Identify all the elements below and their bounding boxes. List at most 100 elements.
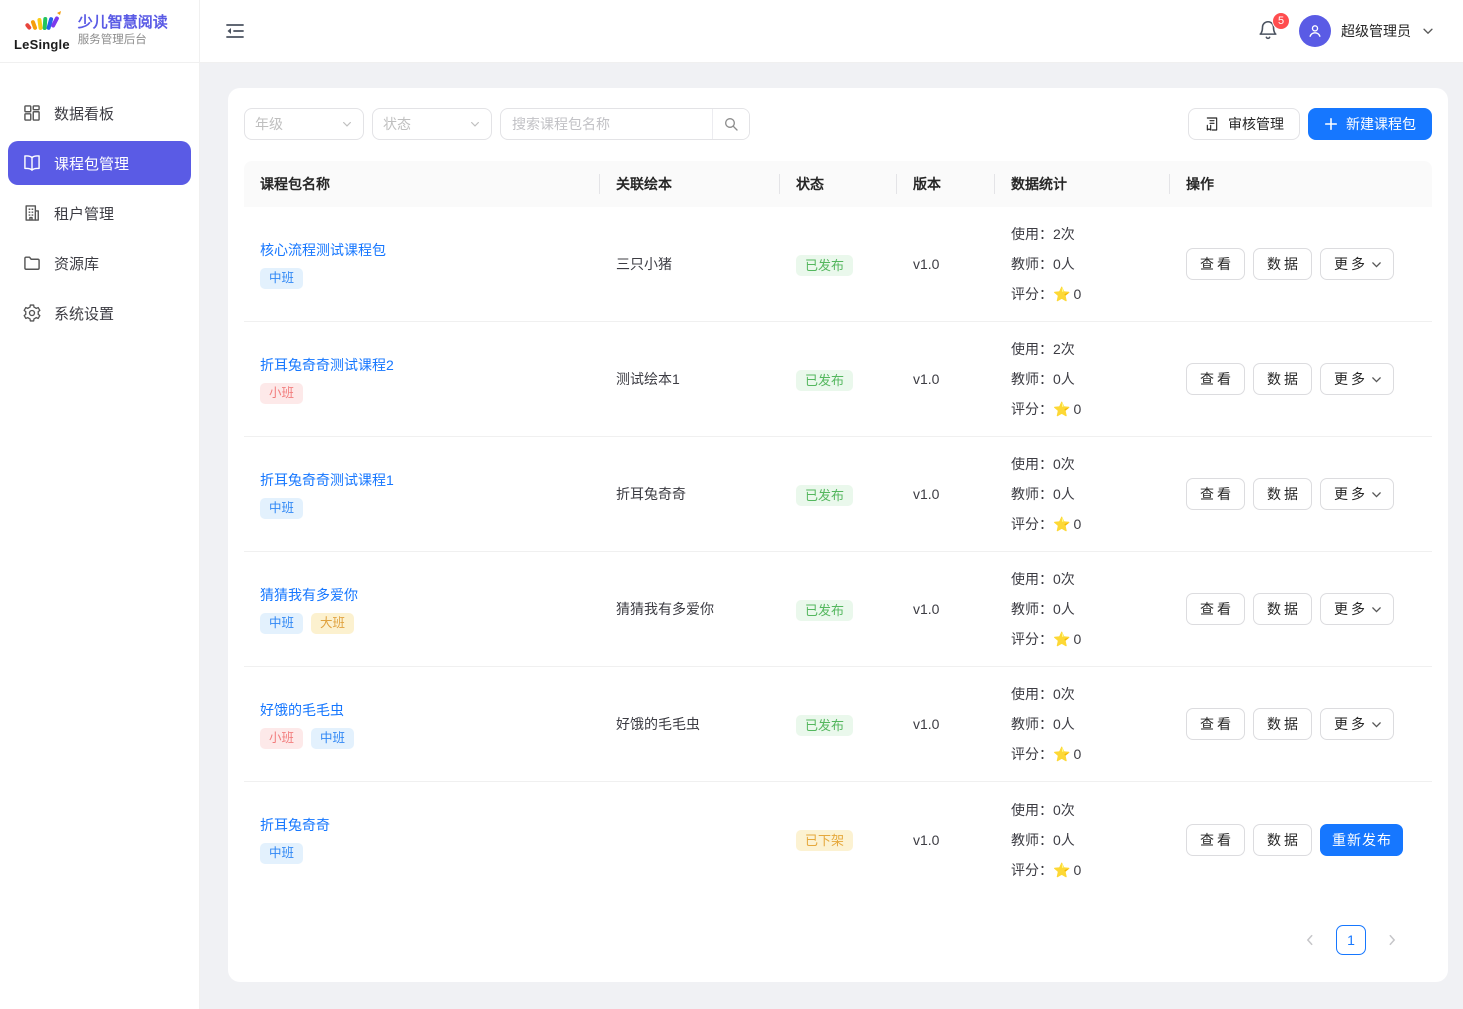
chevron-down-icon — [1370, 373, 1383, 386]
stat-label: 使用： — [1011, 564, 1053, 594]
status-filter-label: 状态 — [383, 114, 411, 134]
stat-label: 教师： — [1011, 364, 1053, 394]
more-button[interactable]: 更多 — [1320, 363, 1394, 395]
pagination-next-icon[interactable] — [1382, 930, 1402, 950]
stat-label: 教师： — [1011, 709, 1053, 739]
review-management-button[interactable]: 审核管理 — [1188, 108, 1300, 140]
sidebar-item-settings[interactable]: 系统设置 — [8, 291, 191, 335]
course-package-link[interactable]: 好饿的毛毛虫 — [260, 700, 344, 720]
grade-filter-select[interactable]: 年级 — [244, 108, 364, 140]
column-header: 状态 — [780, 174, 897, 194]
view-button[interactable]: 查看 — [1186, 593, 1245, 625]
dashboard-icon — [22, 103, 42, 123]
action-button-label: 重新发布 — [1331, 830, 1392, 850]
star-icon: ⭐ — [1053, 855, 1070, 885]
stat-value: 0 — [1073, 855, 1081, 885]
pagination-page-1[interactable]: 1 — [1336, 925, 1366, 955]
stat-label: 使用： — [1011, 219, 1053, 249]
create-course-package-button[interactable]: 新建课程包 — [1308, 108, 1432, 140]
filter-toolbar: 年级 状态 — [244, 108, 1432, 140]
stat-value: 2次 — [1053, 334, 1075, 364]
star-icon: ⭐ — [1053, 394, 1070, 424]
stat-label: 使用： — [1011, 334, 1053, 364]
table-row: 折耳兔奇奇测试课程2小班测试绘本1已发布v1.0使用：2次教师：0人评分：⭐0查… — [244, 322, 1432, 437]
status-badge: 已发布 — [796, 370, 853, 391]
more-button[interactable]: 更多 — [1320, 478, 1394, 510]
view-button[interactable]: 查看 — [1186, 708, 1245, 740]
sidebar-item-label: 租户管理 — [54, 203, 114, 224]
stats: 使用：0次教师：0人评分：⭐0 — [995, 449, 1170, 539]
stat-value: 0人 — [1053, 479, 1075, 509]
course-package-link[interactable]: 核心流程测试课程包 — [260, 240, 386, 260]
course-package-table: 课程包名称关联绘本状态版本数据统计操作 核心流程测试课程包中班三只小猪已发布v1… — [244, 161, 1432, 983]
stat-label: 评分： — [1011, 739, 1053, 769]
stat-label: 教师： — [1011, 249, 1053, 279]
linked-book: 折耳兔奇奇 — [600, 484, 780, 504]
chevron-down-icon — [469, 118, 481, 130]
course-package-link[interactable]: 折耳兔奇奇 — [260, 815, 330, 835]
folder-icon — [22, 253, 42, 273]
search-icon[interactable] — [712, 109, 749, 139]
action-button-label: 查看 — [1197, 714, 1234, 734]
more-button[interactable]: 更多 — [1320, 593, 1394, 625]
stat-value: 0人 — [1053, 709, 1075, 739]
review-management-label: 审核管理 — [1228, 114, 1284, 134]
course-package-link[interactable]: 猜猜我有多爱你 — [260, 585, 358, 605]
more-button[interactable]: 更多 — [1320, 708, 1394, 740]
course-package-link[interactable]: 折耳兔奇奇测试课程2 — [260, 355, 394, 375]
plus-icon — [1324, 117, 1338, 131]
action-button-label: 更多 — [1331, 714, 1368, 734]
table-row: 猜猜我有多爱你中班大班猜猜我有多爱你已发布v1.0使用：0次教师：0人评分：⭐0… — [244, 552, 1432, 667]
topbar: 5 超级管理员 — [200, 0, 1463, 63]
stats: 使用：0次教师：0人评分：⭐0 — [995, 564, 1170, 654]
sidebar-item-dashboard[interactable]: 数据看板 — [8, 91, 191, 135]
data-button[interactable]: 数据 — [1253, 824, 1312, 856]
view-button[interactable]: 查看 — [1186, 248, 1245, 280]
sidebar-item-label: 课程包管理 — [54, 153, 129, 174]
republish-button[interactable]: 重新发布 — [1320, 824, 1403, 856]
user-name: 超级管理员 — [1341, 21, 1411, 41]
sidebar-item-label: 数据看板 — [54, 103, 114, 124]
data-button[interactable]: 数据 — [1253, 363, 1312, 395]
search-input[interactable] — [501, 116, 712, 132]
version: v1.0 — [897, 486, 995, 502]
action-button-label: 数据 — [1264, 369, 1301, 389]
stat-value: 0 — [1073, 624, 1081, 654]
sidebar-item-tenants[interactable]: 租户管理 — [8, 191, 191, 235]
action-button-label: 数据 — [1264, 599, 1301, 619]
table-header: 课程包名称关联绘本状态版本数据统计操作 — [244, 161, 1432, 207]
linked-book: 测试绘本1 — [600, 369, 780, 389]
action-button-label: 更多 — [1331, 599, 1368, 619]
user-menu[interactable]: 超级管理员 — [1299, 15, 1435, 47]
sidebar-item-resources[interactable]: 资源库 — [8, 241, 191, 285]
data-button[interactable]: 数据 — [1253, 248, 1312, 280]
pagination-prev-icon[interactable] — [1300, 930, 1320, 950]
column-header: 操作 — [1170, 174, 1432, 194]
avatar — [1299, 15, 1331, 47]
version: v1.0 — [897, 256, 995, 272]
status-filter-select[interactable]: 状态 — [372, 108, 492, 140]
star-icon: ⭐ — [1053, 739, 1070, 769]
data-button[interactable]: 数据 — [1253, 708, 1312, 740]
brand-logo: LeSingle — [14, 11, 70, 52]
data-button[interactable]: 数据 — [1253, 478, 1312, 510]
more-button[interactable]: 更多 — [1320, 248, 1394, 280]
view-button[interactable]: 查看 — [1186, 363, 1245, 395]
gear-icon — [22, 303, 42, 323]
notification-badge: 5 — [1272, 12, 1290, 30]
stat-value: 0次 — [1053, 449, 1075, 479]
brand-logo-text: LeSingle — [14, 37, 70, 52]
course-package-link[interactable]: 折耳兔奇奇测试课程1 — [260, 470, 394, 490]
create-course-package-label: 新建课程包 — [1346, 114, 1416, 134]
stat-label: 评分： — [1011, 394, 1053, 424]
status-badge: 已发布 — [796, 485, 853, 506]
sidebar-item-course-packages[interactable]: 课程包管理 — [8, 141, 191, 185]
stat-value: 0人 — [1053, 364, 1075, 394]
view-button[interactable]: 查看 — [1186, 824, 1245, 856]
stats: 使用：0次教师：0人评分：⭐0 — [995, 679, 1170, 769]
sidebar-collapse-icon[interactable] — [225, 20, 247, 42]
notification-bell-icon[interactable]: 5 — [1257, 19, 1281, 43]
data-button[interactable]: 数据 — [1253, 593, 1312, 625]
view-button[interactable]: 查看 — [1186, 478, 1245, 510]
stat-label: 使用： — [1011, 679, 1053, 709]
